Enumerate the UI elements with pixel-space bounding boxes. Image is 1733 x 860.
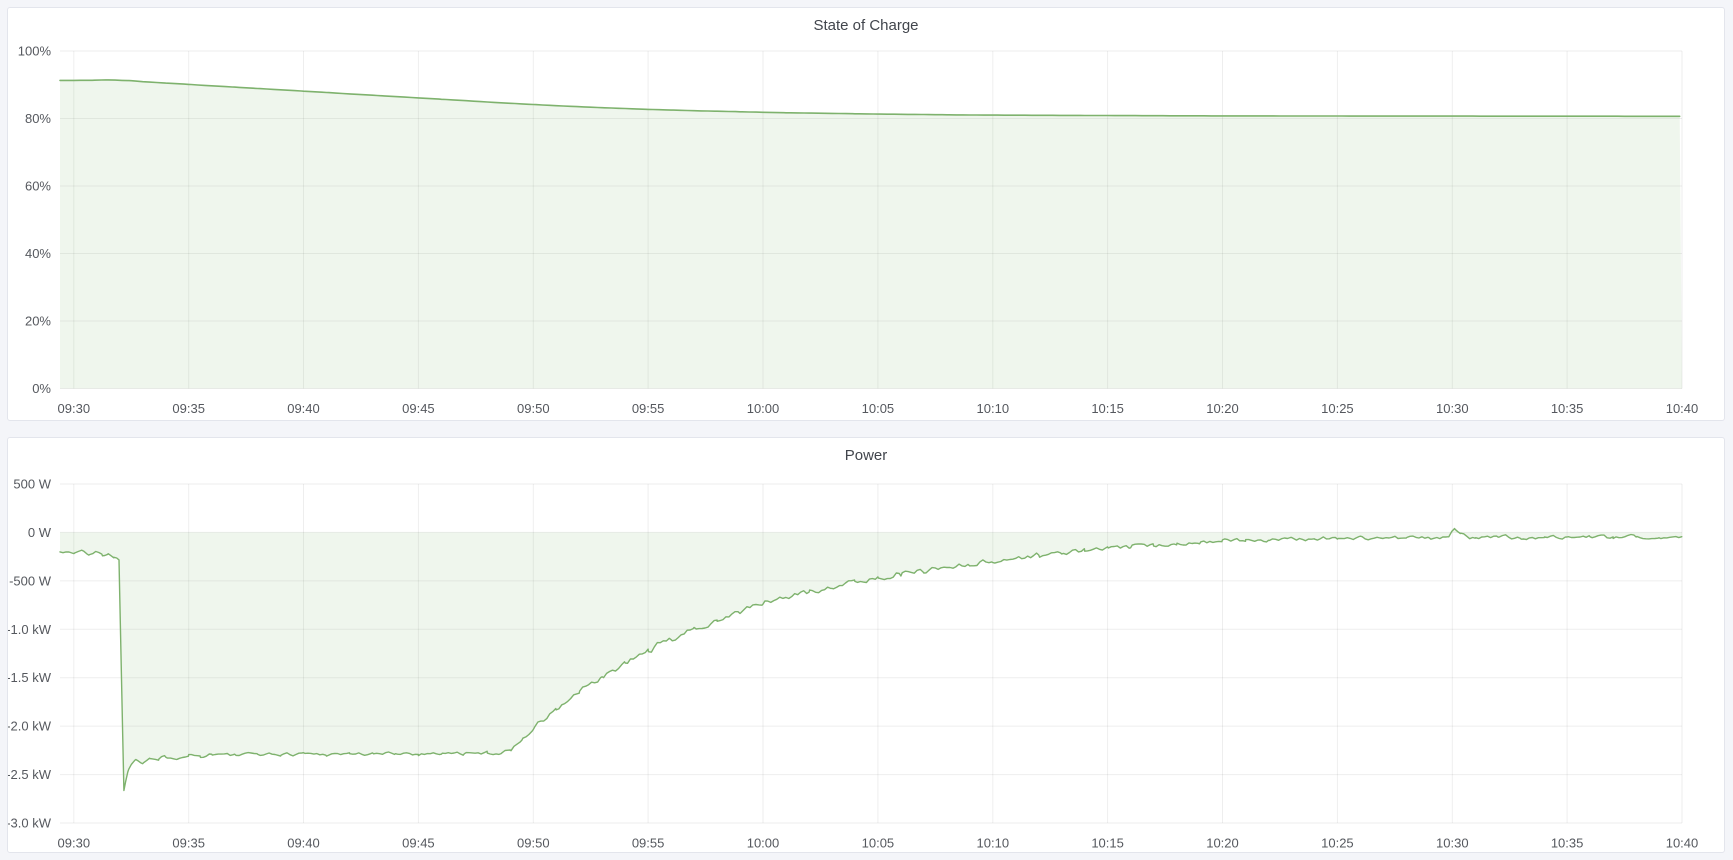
x-tick-label: 10:15 (1091, 401, 1124, 416)
x-tick-label: 09:50 (517, 401, 550, 416)
series-fill (60, 529, 1682, 791)
series-fill (60, 80, 1682, 389)
x-tick-label: 10:20 (1206, 401, 1239, 416)
x-tick-label: 10:30 (1436, 836, 1469, 851)
panel-title-power[interactable]: Power (8, 444, 1724, 468)
y-tick-label: 100% (18, 44, 52, 59)
y-tick-label: 80% (25, 111, 51, 126)
x-tick-label: 10:25 (1321, 836, 1354, 851)
x-tick-label: 10:05 (862, 401, 895, 416)
x-tick-label: 10:35 (1551, 401, 1584, 416)
x-tick-label: 10:40 (1666, 836, 1699, 851)
x-tick-label: 10:00 (747, 401, 780, 416)
x-tick-label: 10:00 (747, 836, 780, 851)
y-tick-label: -2.0 kW (8, 719, 52, 734)
x-tick-label: 09:40 (287, 836, 320, 851)
y-tick-label: 500 W (13, 477, 51, 492)
panel-power: 500 W 0 W -500 W -1.0 kW -1.5 kW -2.0 kW -2.5 … (7, 437, 1725, 853)
y-tick-label: -2.5 kW (8, 767, 52, 782)
x-tick-label: 10:10 (977, 836, 1010, 851)
x-tick-label: 10:30 (1436, 401, 1469, 416)
y-tick-label: 0% (32, 381, 51, 396)
x-tick-label: 10:25 (1321, 401, 1354, 416)
x-tick-label: 10:40 (1666, 401, 1699, 416)
x-tick-label: 09:45 (402, 401, 435, 416)
x-tick-label: 09:50 (517, 836, 550, 851)
x-tick-label: 09:35 (172, 836, 205, 851)
x-tick-label: 09:45 (402, 836, 435, 851)
x-tick-label: 09:30 (58, 836, 91, 851)
panel-state-of-charge: 100% 80% 60% 40% 20% 0% 09:30 09:35 09:40 09:45 09… (7, 7, 1725, 421)
x-tick-label: 09:40 (287, 401, 320, 416)
x-tick-label: 10:20 (1206, 836, 1239, 851)
y-tick-label: -3.0 kW (8, 816, 52, 831)
x-tick-label: 09:55 (632, 836, 665, 851)
y-tick-label: 40% (25, 246, 51, 261)
y-tick-label: 60% (25, 179, 51, 194)
x-tick-label: 09:55 (632, 401, 665, 416)
x-tick-label: 10:35 (1551, 836, 1584, 851)
y-tick-label: -500 W (9, 573, 52, 588)
panel-title-state-of-charge[interactable]: State of Charge (8, 14, 1724, 38)
y-tick-label: -1.5 kW (8, 670, 52, 685)
x-tick-label: 10:05 (862, 836, 895, 851)
x-tick-label: 10:10 (977, 401, 1010, 416)
dashboard-page: { "theme": { "page_background": "#f4f5f9… (0, 0, 1733, 860)
x-tick-label: 10:15 (1091, 836, 1124, 851)
power-chart[interactable]: 500 W 0 W -500 W -1.0 kW -1.5 kW -2.0 kW -2.5 … (8, 438, 1724, 852)
y-tick-label: 0 W (28, 525, 52, 540)
x-tick-label: 09:30 (58, 401, 91, 416)
x-tick-label: 09:35 (172, 401, 205, 416)
y-tick-label: -1.0 kW (8, 622, 52, 637)
y-tick-label: 20% (25, 314, 51, 329)
state-of-charge-chart[interactable]: 100% 80% 60% 40% 20% 0% 09:30 09:35 09:40 09:45 09… (8, 8, 1724, 420)
